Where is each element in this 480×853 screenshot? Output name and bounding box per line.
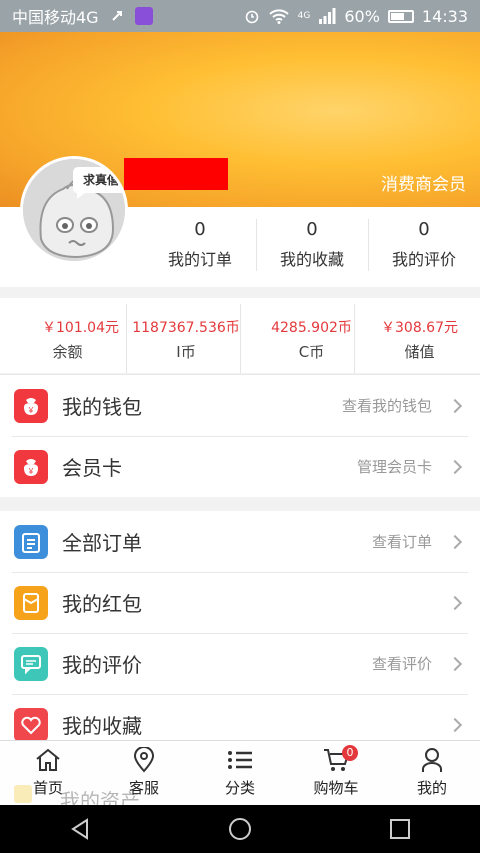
menu-item-member-card[interactable]: ¥ 会员卡 管理会员卡 [0,436,480,497]
stat-label: 我的评价 [391,250,456,269]
divider [354,304,355,373]
recents-icon[interactable] [387,816,413,842]
chevron-right-icon [447,656,463,671]
network-type-label: 4G [297,11,311,21]
stat-reviews[interactable]: 0 我的评价 [368,219,480,270]
balance-c-coin[interactable]: 4285.902币 C币 [254,316,369,364]
divider [126,304,127,373]
stat-orders[interactable]: 0 我的订单 [144,219,256,270]
balance-label: C币 [298,343,325,361]
home-icon [36,748,60,771]
menu-item-my-reviews[interactable]: 我的评价 查看评价 [0,633,480,694]
tab-cart[interactable]: 0 购物车 [288,741,384,805]
status-bar: 中国移动4G 4G 60% 14:33 [0,0,480,32]
wallet-icon: ¥ [14,388,48,423]
member-level[interactable]: 消费商会员 [381,170,466,195]
list-icon [228,751,252,769]
home-circle-icon[interactable] [227,816,253,842]
signal-icon [319,8,336,24]
balance-amount: ￥308.67元 [381,320,458,336]
divider [240,304,241,373]
usb-icon [111,11,122,21]
cart-badge: 0 [342,745,358,761]
tab-label: 首页 [32,779,63,797]
menu-title: 我的收藏 [62,714,142,738]
menu-hint: 管理会员卡 [356,458,432,476]
clipboard-icon [14,524,48,559]
menu-title: 我的评价 [62,653,142,677]
chevron-right-icon [447,534,463,549]
battery-percent: 60% [344,6,380,26]
tab-label: 分类 [224,779,255,797]
tab-label: 购物车 [313,779,359,797]
carrier-label: 中国移动4G [12,8,99,27]
menu-title: 我的红包 [62,592,142,616]
chevron-right-icon [447,459,463,474]
clock: 14:33 [421,6,468,26]
comment-icon [14,646,48,681]
tab-label: 客服 [128,779,159,797]
balance-label: 储值 [404,343,435,361]
tab-home[interactable]: 首页 [0,741,96,805]
menu-item-wallet[interactable]: ¥ 我的钱包 查看我的钱包 [0,375,480,436]
tab-label: 我的 [416,779,447,797]
balance-amount: 1187367.536币 [132,320,240,336]
orders-menu: 全部订单 查看订单 我的红包 我的评价 查看评价 我的收藏 [0,511,480,741]
balance-label: I币 [176,343,196,361]
menu-title: 全部订单 [62,531,142,555]
wifi-icon [268,9,289,24]
bottom-tab-bar: 我的资产 首页 客服 分类 0 购物车 我的 [0,740,480,813]
stat-value: 0 [306,219,318,240]
balance-i-coin[interactable]: 1187367.536币 I币 [131,316,241,364]
menu-hint: 查看评价 [371,655,432,673]
stat-value: 0 [418,219,430,240]
tab-mine[interactable]: 我的 [384,741,480,805]
stat-label: 我的收藏 [279,250,344,269]
stat-label: 我的订单 [167,250,232,269]
menu-hint: 查看订单 [371,533,432,551]
menu-item-all-orders[interactable]: 全部订单 查看订单 [0,511,480,572]
user-icon [422,748,442,772]
balances-card: ￥101.04元 余额 1187367.536币 I币 4285.902币 C币… [0,298,480,373]
balance-amount: 4285.902币 [271,320,352,336]
alarm-icon [245,10,258,24]
avatar[interactable]: 求真僖 [20,156,128,264]
stat-favorites[interactable]: 0 我的收藏 [256,219,368,270]
svg-text:¥: ¥ [28,406,34,415]
menu-title: 会员卡 [62,456,122,480]
balance-stored-value[interactable]: ￥308.67元 储值 [362,316,477,364]
chevron-right-icon [447,398,463,413]
menu-hint: 查看我的钱包 [341,397,432,415]
menu-item-my-favorites[interactable]: 我的收藏 [0,694,480,741]
system-nav-bar [0,805,480,853]
svg-text:¥: ¥ [28,467,34,476]
chevron-right-icon [447,595,463,610]
tab-service[interactable]: 客服 [96,741,192,805]
menu-title: 我的钱包 [62,395,142,419]
back-icon[interactable] [67,816,93,842]
member-card-icon: ¥ [14,449,48,484]
location-icon [133,747,155,773]
app-notification-icon [134,7,153,25]
balance-amount: ￥101.04元 [42,320,119,336]
heart-icon [14,707,48,741]
battery-icon [387,9,414,23]
redacted-username [124,158,228,190]
balance-label: 余额 [52,343,83,361]
stat-value: 0 [194,219,206,240]
chevron-right-icon [447,717,463,732]
wallet-menu: ¥ 我的钱包 查看我的钱包 ¥ 会员卡 管理会员卡 [0,374,480,497]
tab-category[interactable]: 分类 [192,741,288,805]
avatar-bubble-text: 求真僖 [83,173,120,187]
red-packet-icon [14,585,48,620]
balance-yuan[interactable]: ￥101.04元 余额 [10,316,125,364]
menu-item-red-packets[interactable]: 我的红包 [0,572,480,633]
